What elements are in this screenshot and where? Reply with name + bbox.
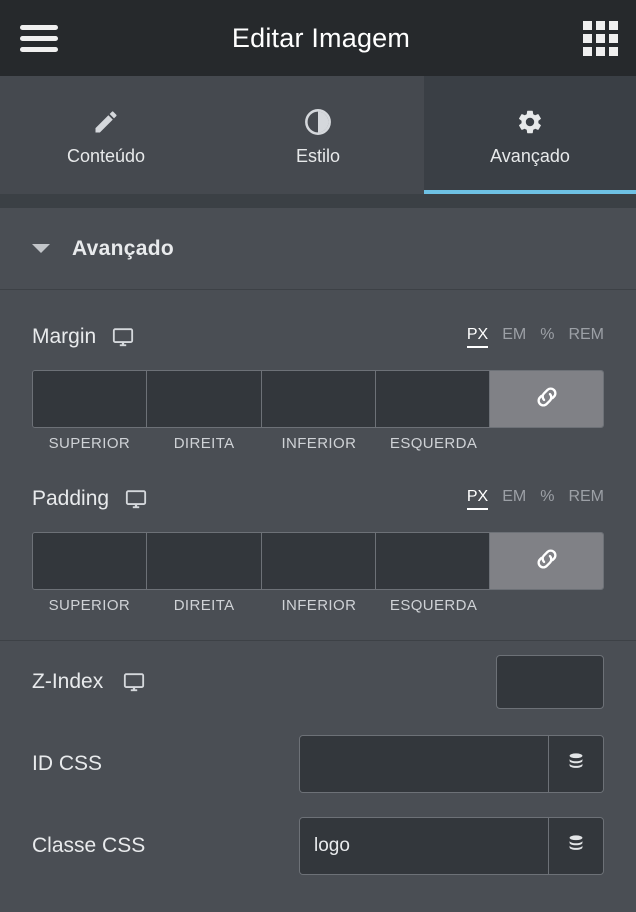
padding-left-input[interactable] — [375, 533, 490, 589]
margin-label-group: Margin — [32, 325, 134, 349]
padding-label-spacer — [491, 597, 604, 614]
css-id-field — [299, 735, 604, 793]
css-id-label: ID CSS — [32, 752, 103, 775]
pencil-icon — [91, 107, 121, 137]
css-class-field — [299, 817, 604, 875]
grid-cell — [596, 46, 605, 56]
margin-label: Margin — [32, 325, 97, 348]
padding-label-esquerda: ESQUERDA — [389, 597, 478, 614]
desktop-monitor-icon[interactable] — [123, 671, 145, 693]
padding-unit-switcher: PX EM % REM — [466, 488, 604, 510]
padding-unit-rem[interactable]: REM — [568, 488, 604, 509]
dynamic-tags-button-css-class[interactable] — [549, 818, 603, 874]
grid-cell — [596, 33, 605, 43]
control-padding: Padding PX EM % REM SUPERIOR DIREITA INF… — [0, 476, 636, 614]
margin-left-input[interactable] — [375, 371, 490, 427]
control-css-id: ID CSS — [0, 723, 636, 805]
grid-cell — [609, 20, 618, 30]
database-stack-icon — [565, 751, 587, 778]
padding-right-input[interactable] — [147, 533, 262, 589]
padding-unit-percent[interactable]: % — [540, 488, 554, 509]
panel-content: Avançado Margin PX EM % REM SUPERIOR DIR… — [0, 208, 636, 912]
zindex-label: Z-Index — [32, 670, 104, 693]
tab-label: Estilo — [295, 146, 340, 166]
margin-label-esquerda: ESQUERDA — [389, 435, 478, 452]
padding-label: Padding — [32, 487, 110, 510]
margin-label-spacer — [491, 435, 604, 452]
tab-avancado[interactable]: Avançado — [424, 76, 636, 194]
page-title: Editar Imagem — [231, 22, 411, 53]
padding-label-inferior: INFERIOR — [281, 597, 357, 614]
margin-unit-px[interactable]: PX — [466, 326, 489, 348]
padding-unit-em[interactable]: EM — [502, 488, 526, 509]
link-chain-icon — [533, 383, 561, 416]
section-header-avancado[interactable]: Avançado — [0, 208, 636, 290]
padding-label-superior: SUPERIOR — [48, 597, 131, 614]
panel-strip-divider — [0, 194, 636, 208]
panel-header: Editar Imagem — [0, 0, 636, 76]
margin-label-direita: DIREITA — [173, 435, 235, 452]
hamburger-menu-icon[interactable] — [18, 21, 58, 55]
margin-link-values-toggle[interactable] — [490, 371, 603, 427]
grid-cell — [596, 20, 605, 30]
padding-label-group: Padding — [32, 487, 147, 511]
grid-cell — [583, 33, 592, 43]
padding-top-input[interactable] — [33, 533, 148, 589]
padding-bottom-input[interactable] — [261, 533, 376, 589]
margin-unit-em[interactable]: EM — [502, 326, 526, 347]
contrast-circle-icon — [303, 107, 333, 137]
desktop-monitor-icon[interactable] — [125, 488, 147, 510]
margin-bottom-input[interactable] — [261, 371, 376, 427]
grid-cell — [609, 46, 618, 56]
padding-unit-px[interactable]: PX — [466, 488, 489, 510]
hamburger-bar — [20, 24, 58, 30]
hamburger-bar — [20, 46, 58, 52]
zindex-input[interactable] — [496, 655, 604, 709]
gear-icon — [515, 107, 545, 137]
margin-side-labels: SUPERIOR DIREITA INFERIOR ESQUERDA — [32, 435, 604, 452]
tab-label: Avançado — [490, 146, 570, 166]
control-css-class: Classe CSS — [0, 805, 636, 887]
margin-top-input[interactable] — [33, 371, 148, 427]
margin-unit-switcher: PX EM % REM — [466, 326, 604, 348]
margin-head: Margin PX EM % REM — [32, 314, 604, 360]
css-class-input[interactable] — [300, 818, 549, 874]
margin-unit-rem[interactable]: REM — [568, 326, 604, 347]
margin-label-inferior: INFERIOR — [281, 435, 357, 452]
tab-conteudo[interactable]: Conteúdo — [0, 76, 212, 194]
css-id-input[interactable] — [300, 736, 549, 792]
link-chain-icon — [533, 545, 561, 578]
padding-label-direita: DIREITA — [173, 597, 235, 614]
elementor-editor-panel: Editar Imagem Conteúdo Estilo Avançado A… — [0, 0, 636, 912]
chevron-down-icon — [32, 244, 50, 253]
margin-right-input[interactable] — [147, 371, 262, 427]
tab-label: Conteúdo — [66, 146, 146, 166]
hamburger-bar — [20, 35, 58, 41]
tab-estilo[interactable]: Estilo — [212, 76, 424, 194]
zindex-label-group: Z-Index — [32, 670, 145, 694]
dynamic-tags-button-css-id[interactable] — [549, 736, 603, 792]
grid-cell — [609, 33, 618, 43]
desktop-monitor-icon[interactable] — [112, 326, 134, 348]
database-stack-icon — [565, 833, 587, 860]
grid-cell — [583, 20, 592, 30]
control-zindex: Z-Index — [0, 641, 636, 723]
control-margin: Margin PX EM % REM SUPERIOR DIREITA INFE… — [0, 314, 636, 452]
panel-tabs: Conteúdo Estilo Avançado — [0, 76, 636, 194]
padding-head: Padding PX EM % REM — [32, 476, 604, 522]
section-title: Avançado — [72, 236, 174, 260]
margin-inputs-row — [32, 370, 604, 428]
css-class-label: Classe CSS — [32, 834, 146, 857]
padding-link-values-toggle[interactable] — [490, 533, 603, 589]
padding-inputs-row — [32, 532, 604, 590]
apps-grid-icon[interactable] — [578, 20, 618, 56]
padding-side-labels: SUPERIOR DIREITA INFERIOR ESQUERDA — [32, 597, 604, 614]
grid-cell — [583, 46, 592, 56]
margin-unit-percent[interactable]: % — [540, 326, 554, 347]
margin-label-superior: SUPERIOR — [48, 435, 131, 452]
